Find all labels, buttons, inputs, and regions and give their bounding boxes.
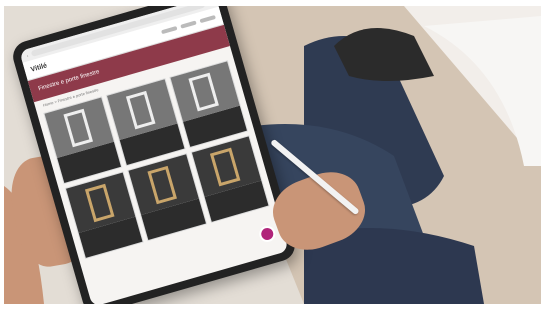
photo: ‹ ⇪ Vitilé Finestre e porte finestre Hom…: [4, 6, 541, 304]
nav-item: [180, 20, 197, 29]
chat-bubble-icon: [257, 224, 278, 244]
site-logo: Vitilé: [29, 61, 48, 74]
nav-item: [161, 25, 178, 35]
nav-item: [199, 14, 216, 24]
back-arrow-icon: ‹: [26, 52, 29, 58]
